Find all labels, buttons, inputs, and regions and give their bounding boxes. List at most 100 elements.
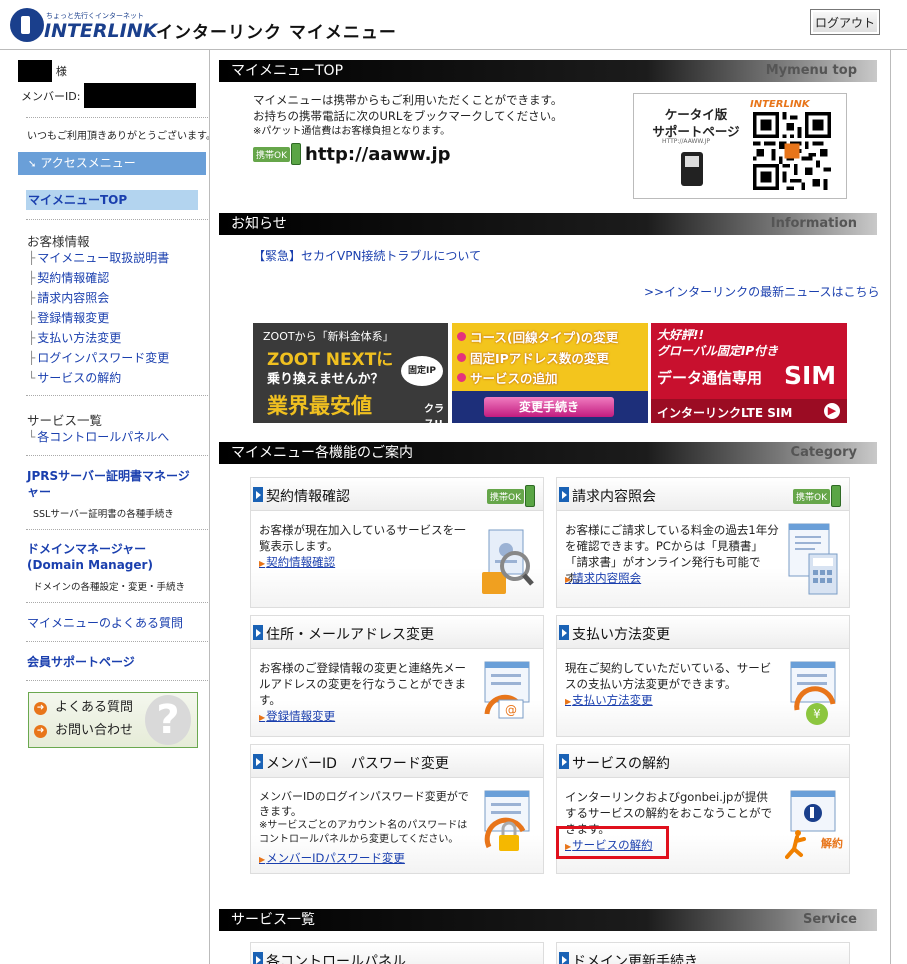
services-list: └ 各コントロールパネルへ	[28, 427, 218, 447]
qr-box-title: ケータイ版 サポートページ	[652, 107, 740, 139]
arrow-right-icon: ▶	[565, 575, 572, 584]
card-billing: 請求内容照会 携帯OK お客様にご請求している料金の過去1年分を確認できます。P…	[556, 477, 850, 608]
card-member-password: メンバーID パスワード変更 メンバーIDのログインパスワード変更ができます。 …	[250, 744, 544, 874]
sidebar-item-control-panels[interactable]: └ 各コントロールパネルへ	[28, 427, 218, 447]
divider	[26, 395, 208, 396]
arrow-right-icon: ▶	[259, 559, 266, 568]
password-lock-icon	[484, 790, 530, 851]
divider	[26, 529, 208, 530]
mobile-url-row: 携帯OK http://aaww.jp	[253, 143, 451, 165]
arrow-right-icon: ➜	[34, 724, 47, 738]
svg-text:@: @	[505, 703, 517, 717]
latest-news-link[interactable]: >>インターリンクの最新ニュースはこちら	[644, 283, 880, 300]
support-page-link[interactable]: 会員サポートページ	[27, 653, 217, 670]
card-link-billing[interactable]: ▶請求内容照会	[565, 570, 641, 586]
divider	[26, 117, 208, 118]
access-menu-label: アクセスメニュー	[40, 156, 136, 170]
card-title: 請求内容照会	[572, 489, 656, 505]
mobile-ok-badge: 携帯OK	[793, 488, 830, 504]
sidebar-item-mymenu-top[interactable]: マイメニューTOP	[26, 190, 198, 210]
card-domain-renewal: ドメイン更新手続き	[556, 942, 850, 964]
lte-sim-banner[interactable]: 大好評!! グローバル固定IP付き データ通信専用 SIM インターリンクLTE…	[651, 323, 847, 423]
question-mark-icon: ?	[145, 695, 191, 745]
domain-manager-link[interactable]: ドメインマネージャー (Domain Manager)	[27, 541, 197, 573]
faq-link[interactable]: マイメニューのよくある質問	[27, 614, 217, 631]
sidebar-item-contract-info[interactable]: ├ 契約情報確認	[28, 268, 218, 288]
arrow-right-icon	[253, 625, 263, 640]
card-title: 住所・メールアドレス変更	[266, 627, 434, 643]
payment-yen-icon: ¥	[790, 661, 836, 725]
faq-box-faq-link[interactable]: ➜ よくある質問	[34, 698, 133, 718]
card-title: サービスの解約	[572, 756, 670, 772]
domain-manager-desc: ドメインの各種設定・変更・手続き	[33, 582, 186, 593]
cancel-label: 解約	[821, 837, 843, 850]
member-id-row: メンバーID:	[18, 83, 208, 108]
sidebar-item-registration[interactable]: ├ 登録情報変更	[28, 308, 218, 328]
card-link-registration[interactable]: ▶登録情報変更	[259, 708, 335, 724]
card-title: 支払い方法変更	[572, 627, 670, 643]
arrow-right-icon	[559, 754, 569, 769]
sidebar-item-cancel[interactable]: └ サービスの解約	[28, 368, 218, 388]
arrow-right-icon	[559, 625, 569, 640]
arrow-down-right-icon: ➘	[28, 159, 37, 170]
zoot-next-banner[interactable]: ZOOTから「新料金体系」 ZOOT NEXTに 乗り換えませんか？ 固定IP …	[253, 323, 448, 423]
user-name-row: 様	[18, 60, 208, 82]
section-header-category: マイメニュー各機能のご案内 Category	[219, 442, 877, 464]
member-id-label: メンバーID:	[21, 89, 81, 103]
arrow-right-icon	[253, 952, 263, 964]
mobile-phone-icon	[525, 485, 535, 507]
card-desc: お客様が現在加入しているサービスを一覧表示します。	[259, 523, 466, 553]
card-desc: お客様のご登録情報の変更と連絡先メールアドレスの変更を行なうことができます。	[259, 661, 466, 707]
greeting-text: いつもご利用頂きありがとうございます。	[27, 131, 216, 142]
arrow-right-icon: ➜	[34, 701, 47, 715]
plan-change-banner[interactable]: コース(回線タイプ)の変更 固定IPアドレス数の変更 サービスの追加 変更手続き	[452, 323, 648, 423]
sidebar-item-billing[interactable]: ├ 請求内容照会	[28, 288, 218, 308]
jprs-link[interactable]: JPRSサーバー証明書マネージャー	[27, 468, 197, 500]
card-payment-method: 支払い方法変更 現在ご契約していただいている、サービスの支払い方法変更ができます…	[556, 615, 850, 737]
customer-info-list: ├ マイメニュー取扱説明書 ├ 契約情報確認 ├ 請求内容照会 ├ 登録情報変更 ├ 支払…	[28, 248, 218, 388]
card-link-member-password[interactable]: ▶メンバーIDパスワード変更	[259, 850, 405, 866]
mobile-phone-icon	[831, 485, 841, 507]
card-desc: メンバーIDのログインパスワード変更ができます。 ※サービスごとのアカウント名の…	[259, 790, 469, 845]
section-header-mymenu-top: マイメニューTOP Mymenu top	[219, 60, 877, 82]
access-menu-header: ➘ アクセスメニュー	[18, 152, 206, 175]
arrow-right-icon	[559, 952, 569, 964]
sidebar-item-password[interactable]: ├ ログインパスワード変更	[28, 348, 218, 368]
card-title: ドメイン更新手続き	[572, 954, 698, 964]
mobile-phone-icon	[291, 143, 301, 165]
faq-contact-box: ? ➜ よくある質問 ➜ お問い合わせ	[28, 692, 198, 748]
sidebar-item-payment[interactable]: ├ 支払い方法変更	[28, 328, 218, 348]
mobile-ok-badge: 携帯OK	[487, 488, 524, 504]
section-header-service: サービス一覧 Service	[219, 909, 877, 931]
card-link-contract-info[interactable]: ▶契約情報確認	[259, 554, 335, 570]
mobile-phone-icon	[681, 152, 703, 186]
divider	[26, 602, 208, 603]
divider	[26, 641, 208, 642]
jprs-desc: SSLサーバー証明書の各種手続き	[33, 509, 174, 520]
card-link-payment[interactable]: ▶支払い方法変更	[565, 692, 653, 708]
card-title: メンバーID パスワード変更	[266, 756, 449, 772]
arrow-right-icon: ▶	[259, 855, 266, 864]
news-item-link[interactable]: 【緊急】セカイVPN接続トラブルについて	[253, 247, 481, 264]
arrow-right-icon: ▶	[565, 697, 572, 706]
sidebar-item-manual[interactable]: ├ マイメニュー取扱説明書	[28, 248, 218, 268]
document-search-icon	[482, 529, 534, 594]
arrow-right-icon	[559, 487, 569, 502]
arrow-right-icon	[253, 487, 263, 502]
divider	[26, 455, 208, 456]
qr-brand: INTERLINK	[750, 99, 810, 110]
svg-text:¥: ¥	[813, 707, 821, 721]
arrow-right-icon: ▶	[259, 713, 266, 722]
header: ちょっと先行くインターネット INTERLINK インターリンク マイメニュー …	[0, 0, 907, 50]
faq-box-contact-link[interactable]: ➜ お問い合わせ	[34, 721, 133, 741]
logo-mark-icon	[10, 8, 44, 42]
section-header-information: お知らせ Information	[219, 213, 877, 235]
redacted-user-name	[18, 60, 52, 82]
interlink-logo[interactable]: ちょっと先行くインターネット INTERLINK	[10, 8, 157, 44]
logout-button[interactable]: ログアウト	[810, 9, 880, 35]
card-title: 各コントロールパネル	[266, 954, 406, 964]
change-procedure-button[interactable]: 変更手続き	[484, 397, 614, 417]
card-address-email: 住所・メールアドレス変更 お客様のご登録情報の変更と連絡先メールアドレスの変更を…	[250, 615, 544, 737]
redacted-member-id	[84, 83, 197, 108]
page-title: インターリンク マイメニュー	[156, 23, 397, 43]
